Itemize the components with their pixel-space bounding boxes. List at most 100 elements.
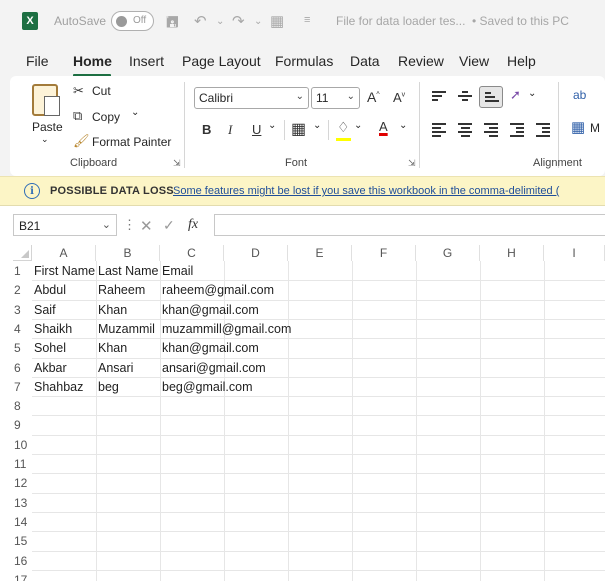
underline-button[interactable]: U [252,122,261,137]
font-color-button[interactable]: A [379,119,388,134]
decrease-font-size-button[interactable]: Av [393,90,405,105]
row-header-5[interactable]: 5 [5,338,32,357]
increase-font-size-button[interactable]: A^ [367,89,380,105]
cell-b6[interactable]: Ansari [96,358,160,377]
form-icon[interactable]: ▦ [270,12,284,30]
bottom-align-button[interactable] [479,86,503,108]
middle-align-icon[interactable] [458,91,472,103]
clipboard-launcher-icon[interactable]: ⇲ [173,158,181,169]
paste-dropdown-icon[interactable]: ⌄ [41,134,49,145]
row-header-3[interactable]: 3 [5,300,32,319]
cell-c6[interactable]: ansari@gmail.com [160,358,266,377]
undo-icon[interactable]: ↶ [194,12,207,30]
row-header-13[interactable]: 13 [5,493,32,512]
fill-color-dropdown-icon[interactable]: ⌄ [354,120,362,131]
increase-indent-icon[interactable] [536,123,550,137]
cut-button[interactable]: Cut [92,84,111,98]
column-header-e[interactable]: E [288,245,352,261]
tab-home[interactable]: Home [73,53,112,69]
cell-c3[interactable]: khan@gmail.com [160,300,259,319]
column-header-h[interactable]: H [480,245,544,261]
redo-icon[interactable]: ↷ [232,12,245,30]
row-header-12[interactable]: 12 [5,473,32,492]
copy-dropdown-icon[interactable]: ⌄ [131,107,139,118]
copy-icon[interactable]: ⧉ [73,108,82,124]
row-header-6[interactable]: 6 [5,358,32,377]
row-header-1[interactable]: 1 [5,261,32,280]
row-header-7[interactable]: 7 [5,377,32,396]
column-header-b[interactable]: B [96,245,160,261]
paste-icon[interactable] [32,84,60,116]
row-header-10[interactable]: 10 [5,435,32,454]
cell-a3[interactable]: Saif [32,300,96,319]
cancel-icon[interactable]: ✕ [140,217,153,235]
column-header-a[interactable]: A [32,245,96,261]
orientation-dropdown-icon[interactable]: ⌄ [528,88,536,99]
row-header-9[interactable]: 9 [5,415,32,434]
row-header-4[interactable]: 4 [5,319,32,338]
cut-icon[interactable]: ✂ [73,83,84,99]
align-left-icon[interactable] [432,123,446,137]
tab-help[interactable]: Help [507,53,536,69]
italic-button[interactable]: I [228,122,232,138]
copy-button[interactable]: Copy [92,110,120,124]
save-status[interactable]: • Saved to this PC [472,14,569,28]
cell-c5[interactable]: khan@gmail.com [160,338,259,357]
tab-insert[interactable]: Insert [129,53,164,69]
insert-function-button[interactable]: fx [188,217,198,233]
merge-center-label[interactable]: M [590,121,600,135]
tab-review[interactable]: Review [398,53,444,69]
row-header-16[interactable]: 16 [5,551,32,570]
cell-c4[interactable]: muzammill@gmail.com [160,319,291,338]
column-header-i[interactable]: I [544,245,605,261]
font-color-dropdown-icon[interactable]: ⌄ [399,120,407,131]
align-center-icon[interactable] [458,123,472,137]
cell-a2[interactable]: Abdul [32,280,96,299]
borders-icon[interactable]: ▦ [291,119,306,139]
fill-color-icon[interactable]: ♢ [337,119,350,136]
tab-data[interactable]: Data [350,53,380,69]
save-icon[interactable]: 🖪 [166,12,179,37]
bold-button[interactable]: B [202,122,211,137]
row-header-14[interactable]: 14 [5,512,32,531]
more-options-icon[interactable]: ⋮ [123,217,136,233]
column-header-c[interactable]: C [160,245,224,261]
cell-a7[interactable]: Shahbaz [32,377,96,396]
cell-a1[interactable]: First Name [32,261,96,280]
autosave-toggle[interactable]: Off [111,11,154,31]
paste-button[interactable]: Paste [32,120,63,134]
font-launcher-icon[interactable]: ⇲ [408,158,416,169]
cell-c7[interactable]: beg@gmail.com [160,377,253,396]
tab-view[interactable]: View [459,53,489,69]
tab-file[interactable]: File [26,53,49,69]
customize-toolbar-icon[interactable]: ≡ [304,14,310,26]
borders-dropdown-icon[interactable]: ⌄ [313,120,321,131]
formula-input[interactable] [214,214,605,236]
top-align-icon[interactable] [432,91,446,103]
row-header-17[interactable]: 17 [5,570,32,581]
document-title[interactable]: File for data loader tes... [336,14,465,28]
info-bar-message-link[interactable]: Some features might be lost if you save … [173,185,559,197]
cell-a4[interactable]: Shaikh [32,319,96,338]
format-painter-icon[interactable]: 🖌 [73,133,90,149]
redo-dropdown-icon[interactable]: ⌄ [254,16,262,27]
cell-b2[interactable]: Raheem [96,280,160,299]
cell-b5[interactable]: Khan [96,338,160,357]
column-header-g[interactable]: G [416,245,480,261]
merge-center-icon[interactable]: ▦ [571,118,585,136]
tab-page-layout[interactable]: Page Layout [182,53,261,69]
name-box[interactable]: B21 ⌄ [13,214,117,236]
undo-dropdown-icon[interactable]: ⌄ [216,16,224,27]
wrap-text-icon[interactable]: ab [573,88,586,102]
select-all-corner[interactable] [13,245,32,261]
row-header-15[interactable]: 15 [5,531,32,550]
row-header-11[interactable]: 11 [5,454,32,473]
cell-b4[interactable]: Muzammil [96,319,160,338]
column-header-f[interactable]: F [352,245,416,261]
enter-icon[interactable]: ✓ [163,217,175,234]
decrease-indent-icon[interactable] [510,123,524,137]
cell-b1[interactable]: Last Name [96,261,160,280]
cell-c2[interactable]: raheem@gmail.com [160,280,274,299]
cell-b7[interactable]: beg [96,377,160,396]
cell-a5[interactable]: Sohel [32,338,96,357]
